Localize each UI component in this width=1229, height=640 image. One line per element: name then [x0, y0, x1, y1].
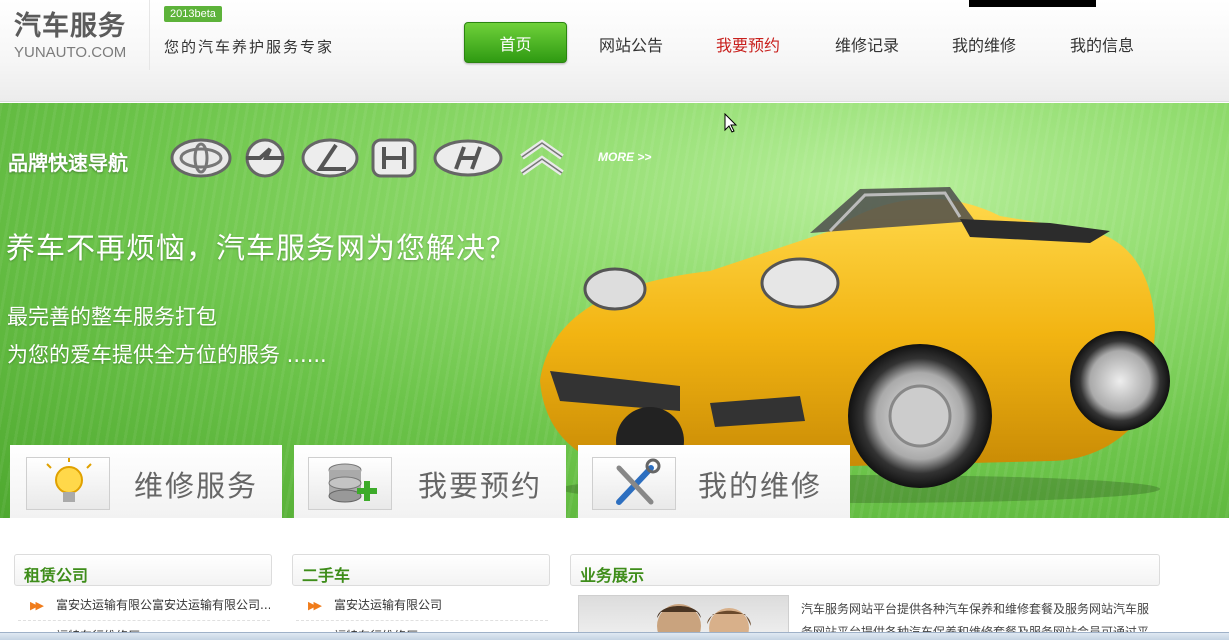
brand-more-link[interactable]: MORE >>	[598, 150, 651, 164]
database-add-icon	[308, 457, 392, 510]
list-item[interactable]: ▶▶ 富安达运输有限公富安达运输有限公司...	[30, 596, 270, 613]
panel-rental-companies: 租赁公司	[14, 554, 272, 586]
hyundai-logo-icon[interactable]	[432, 137, 504, 179]
site-logo[interactable]: 汽车服务 YUNAUTO.COM	[0, 0, 150, 70]
feature-label-my-repairs: 我的维修	[698, 469, 823, 503]
nav-booking[interactable]: 我要预约	[716, 32, 780, 56]
mouse-cursor-icon	[724, 113, 738, 133]
banner-headline: 养车不再烦恼，汽车服务网为您解决？	[6, 231, 517, 265]
site-slogan: 您的汽车养护服务专家	[164, 38, 335, 56]
banner-line-2: 为您的爱车提供全方位的服务 ......	[7, 343, 327, 367]
hero-banner: 品牌快速导航 MORE >> 养车不再烦恼，汽车服务网为您解决？ 最完善的整车服…	[0, 103, 1229, 518]
panel-used-cars: 二手车	[292, 554, 550, 586]
panel-business-showcase: 业务展示	[570, 554, 1160, 586]
feature-label-repair: 维修服务	[134, 469, 259, 503]
panel-title-used-cars: 二手车	[302, 566, 351, 585]
banner-line-1: 最完善的整车服务打包	[7, 305, 217, 329]
used-car-row-text: 富安达运输有限公司	[334, 598, 443, 612]
list-item[interactable]: ▶▶ 富安达运输有限公司	[308, 596, 548, 613]
lightbulb-icon	[26, 457, 110, 510]
nav-my-repairs[interactable]: 我的维修	[952, 32, 1016, 56]
orange-arrow-icon: ▶▶	[308, 599, 322, 612]
logo-title: 汽车服务	[14, 11, 126, 42]
nav-repair-records[interactable]: 维修记录	[835, 32, 899, 56]
nav-announcements[interactable]: 网站公告	[599, 32, 663, 56]
nav-my-info[interactable]: 我的信息	[1070, 32, 1134, 56]
top-black-bar	[969, 0, 1096, 7]
tools-icon	[592, 457, 676, 510]
panel-title-business: 业务展示	[580, 566, 645, 585]
rental-row-text: 富安达运输有限公富安达运输有限公司...	[56, 598, 270, 612]
feature-label-booking: 我要预约	[418, 469, 543, 503]
lexus-logo-icon[interactable]	[300, 137, 360, 179]
divider	[296, 620, 548, 621]
logo-domain: YUNAUTO.COM	[14, 44, 127, 61]
os-taskbar-edge	[0, 632, 1229, 640]
brand-nav-label: 品牌快速导航	[8, 151, 128, 175]
opel-logo-icon[interactable]	[240, 137, 290, 179]
nav-home-button[interactable]: 首页	[464, 22, 567, 63]
feature-repair-service[interactable]: 维修服务	[10, 445, 282, 518]
feature-booking[interactable]: 我要预约	[294, 445, 566, 518]
orange-arrow-icon: ▶▶	[30, 599, 44, 612]
panel-title-rental: 租赁公司	[24, 566, 89, 585]
toyota-logo-icon[interactable]	[170, 137, 232, 179]
divider	[18, 620, 270, 621]
beta-badge: 2013beta	[164, 6, 222, 22]
feature-my-repairs[interactable]: 我的维修	[578, 445, 850, 518]
site-header: 汽车服务 YUNAUTO.COM 2013beta 您的汽车养护服务专家 首页 …	[0, 0, 1229, 102]
honda-logo-icon[interactable]	[370, 137, 418, 179]
